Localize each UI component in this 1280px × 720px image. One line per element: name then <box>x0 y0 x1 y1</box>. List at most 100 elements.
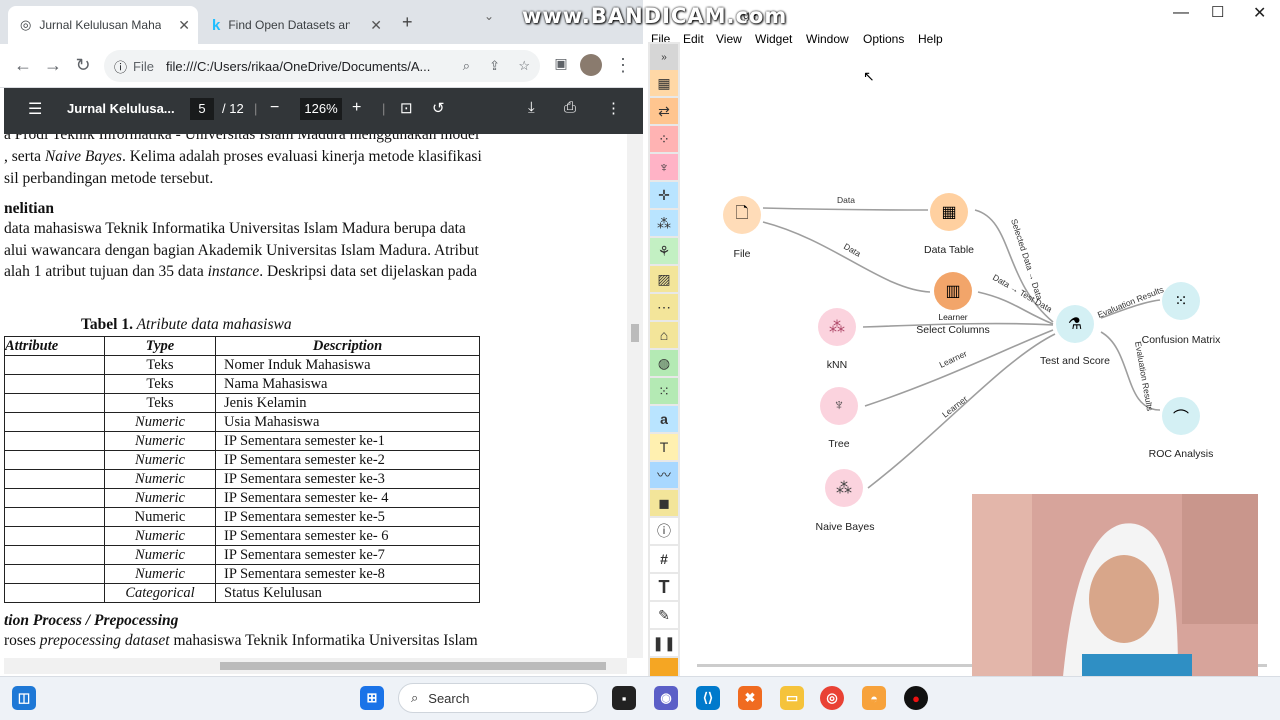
text-category-icon[interactable]: a <box>650 406 678 432</box>
widget-label: Tree <box>828 438 850 450</box>
horizontal-scrollbar[interactable] <box>4 658 627 674</box>
box-category-icon[interactable]: ◼ <box>650 490 678 516</box>
select-columns-widget[interactable]: ▥ <box>934 272 972 310</box>
attribute-cell <box>4 431 105 451</box>
knn-icon: ⁂ <box>829 319 845 336</box>
bookmark-star-icon[interactable]: ☆ <box>518 58 530 74</box>
download-icon[interactable]: ⤓ <box>528 99 535 116</box>
omnibox[interactable]: ⓘ File file:///C:/Users/rikaa/OneDrive/D… <box>104 50 540 82</box>
naive-bayes-widget[interactable]: ⁂ <box>825 469 863 507</box>
knn-widget[interactable]: ⁂ <box>818 308 856 346</box>
search-label: Search <box>428 690 470 706</box>
table-header-row: Attribute Type Description <box>4 336 480 356</box>
file-widget[interactable]: 🗋 <box>723 196 761 234</box>
chrome-icon[interactable]: ◎ <box>820 686 844 710</box>
collapse-icon[interactable]: » <box>650 44 678 70</box>
print-icon[interactable]: ⎙ <box>564 99 576 116</box>
image-category-icon[interactable]: ▨ <box>650 266 678 292</box>
link-file-table[interactable] <box>762 207 929 211</box>
scroll-thumb[interactable] <box>220 662 606 670</box>
xampp-icon[interactable]: ✖ <box>738 686 762 710</box>
timeseries-category-icon[interactable]: ⋯ <box>650 294 678 320</box>
transform-category-icon[interactable]: ⇄ <box>650 98 678 124</box>
rotate-icon[interactable]: ↺ <box>432 99 445 117</box>
widget-label: Naive Bayes <box>815 521 875 533</box>
attribute-cell <box>4 507 105 527</box>
menu-edit[interactable]: Edit <box>683 32 704 46</box>
text-annotation-icon[interactable]: T <box>650 574 678 600</box>
roc-analysis-widget[interactable]: ⌒ <box>1162 397 1200 435</box>
extra-tool-icon[interactable] <box>650 658 678 676</box>
taskbar-search[interactable]: ⌕ Search <box>398 683 598 713</box>
maximize-icon[interactable]: ☐ <box>1211 3 1224 21</box>
share-icon[interactable]: ⇪ <box>489 58 500 74</box>
page-number-input[interactable]: 5 <box>190 98 214 120</box>
hash-tool-icon[interactable]: # <box>650 546 678 572</box>
hamburger-menu-icon[interactable]: ☰ <box>28 99 42 119</box>
task-view-icon[interactable]: ◫ <box>12 686 36 710</box>
tree-widget[interactable]: ♆ <box>820 387 858 425</box>
zoom-input[interactable]: 126% <box>300 98 342 120</box>
description-cell: IP Sementara semester ke-3 <box>215 469 480 489</box>
zoom-icon[interactable]: ⌕ <box>463 58 470 74</box>
vscode-icon[interactable]: ⟨⟩ <box>696 686 720 710</box>
confusion-matrix-widget[interactable]: ⁙ <box>1162 282 1200 320</box>
tab-datasets[interactable]: k Find Open Datasets and M ✕ <box>200 6 390 44</box>
file-explorer-icon[interactable]: ▭ <box>780 686 804 710</box>
body-line: , serta Naive Bayes. Kelima adalah prose… <box>4 148 482 165</box>
text-tool-icon[interactable]: T <box>650 434 678 460</box>
link-label: Learner <box>938 348 969 370</box>
pause-icon[interactable]: ❚❚ <box>650 630 678 656</box>
link-file-select[interactable] <box>762 221 931 293</box>
table-row: Numeric IP Sementara semester ke- 4 <box>4 488 480 508</box>
menu-options[interactable]: Options <box>863 32 904 46</box>
tab-search-icon[interactable]: ⌄ <box>484 9 494 23</box>
close-tab-icon[interactable]: ✕ <box>178 17 190 34</box>
minimize-icon[interactable]: — <box>1173 4 1189 22</box>
bandicam-record-icon[interactable]: ● <box>904 686 928 710</box>
scatter-category-icon[interactable]: ⁘ <box>650 126 678 152</box>
education-category-icon[interactable]: ⌂ <box>650 322 678 348</box>
windows-taskbar: ◫ ⊞ ⌕ Search ▪ ◉ ⟨⟩ ✖ ▭ ◎ ◓ ● <box>0 676 1280 720</box>
terminal-icon[interactable]: ▪ <box>612 686 636 710</box>
geo-category-icon[interactable]: ◍ <box>650 350 678 376</box>
tab-jurnal[interactable]: ◎ Jurnal Kelulusan Mahasis ✕ <box>8 6 198 44</box>
profile-avatar[interactable] <box>580 54 602 76</box>
menu-help[interactable]: Help <box>918 32 943 46</box>
start-button-icon[interactable]: ⊞ <box>360 686 384 710</box>
close-tab-icon[interactable]: ✕ <box>370 17 382 34</box>
orange-app-icon[interactable]: ◓ <box>862 686 886 710</box>
link-tree-test[interactable] <box>864 329 1054 407</box>
evaluate-category-icon[interactable]: ✛ <box>650 182 678 208</box>
menu-view[interactable]: View <box>716 32 742 46</box>
tree-category-icon[interactable]: ♆ <box>650 154 678 180</box>
menu-widget[interactable]: Widget <box>755 32 792 46</box>
new-tab-button[interactable]: + <box>402 12 413 33</box>
image-runner-icon[interactable]: ⚘ <box>650 238 678 264</box>
data-table-widget[interactable]: ▦ <box>930 193 968 231</box>
search-icon: ⌕ <box>411 690 419 705</box>
table-icon: ▦ <box>941 204 957 221</box>
close-window-icon[interactable]: ✕ <box>1253 3 1266 23</box>
side-panel-icon[interactable]: ▣ <box>550 55 572 72</box>
more-icon[interactable]: ⋮ <box>606 99 621 117</box>
cluster-category-icon[interactable]: ⁂ <box>650 210 678 236</box>
vertical-scrollbar[interactable] <box>627 134 643 658</box>
data-category-icon[interactable]: ▦ <box>650 70 678 96</box>
menu-window[interactable]: Window <box>806 32 849 46</box>
chrome-menu-icon[interactable]: ⋮ <box>612 55 634 76</box>
pdf-page: a Prodi Teknik Informatika - Universitas… <box>4 134 627 658</box>
scroll-thumb[interactable] <box>631 324 639 342</box>
back-icon[interactable]: ← <box>12 55 34 76</box>
teams-icon[interactable]: ◉ <box>654 686 678 710</box>
forward-icon[interactable]: → <box>42 55 64 76</box>
network-category-icon[interactable]: ⁙ <box>650 378 678 404</box>
reload-icon[interactable]: ↻ <box>72 55 94 76</box>
zoom-out-icon[interactable]: − <box>270 99 279 117</box>
test-score-widget[interactable]: ⚗ <box>1056 305 1094 343</box>
info-tool-icon[interactable]: ⓘ <box>650 518 678 544</box>
zoom-in-icon[interactable]: + <box>352 99 361 117</box>
fit-page-icon[interactable]: ⊡ <box>400 99 413 117</box>
pen-tool-icon[interactable]: ✎ <box>650 602 678 628</box>
chart-category-icon[interactable]: 〰 <box>650 462 678 488</box>
